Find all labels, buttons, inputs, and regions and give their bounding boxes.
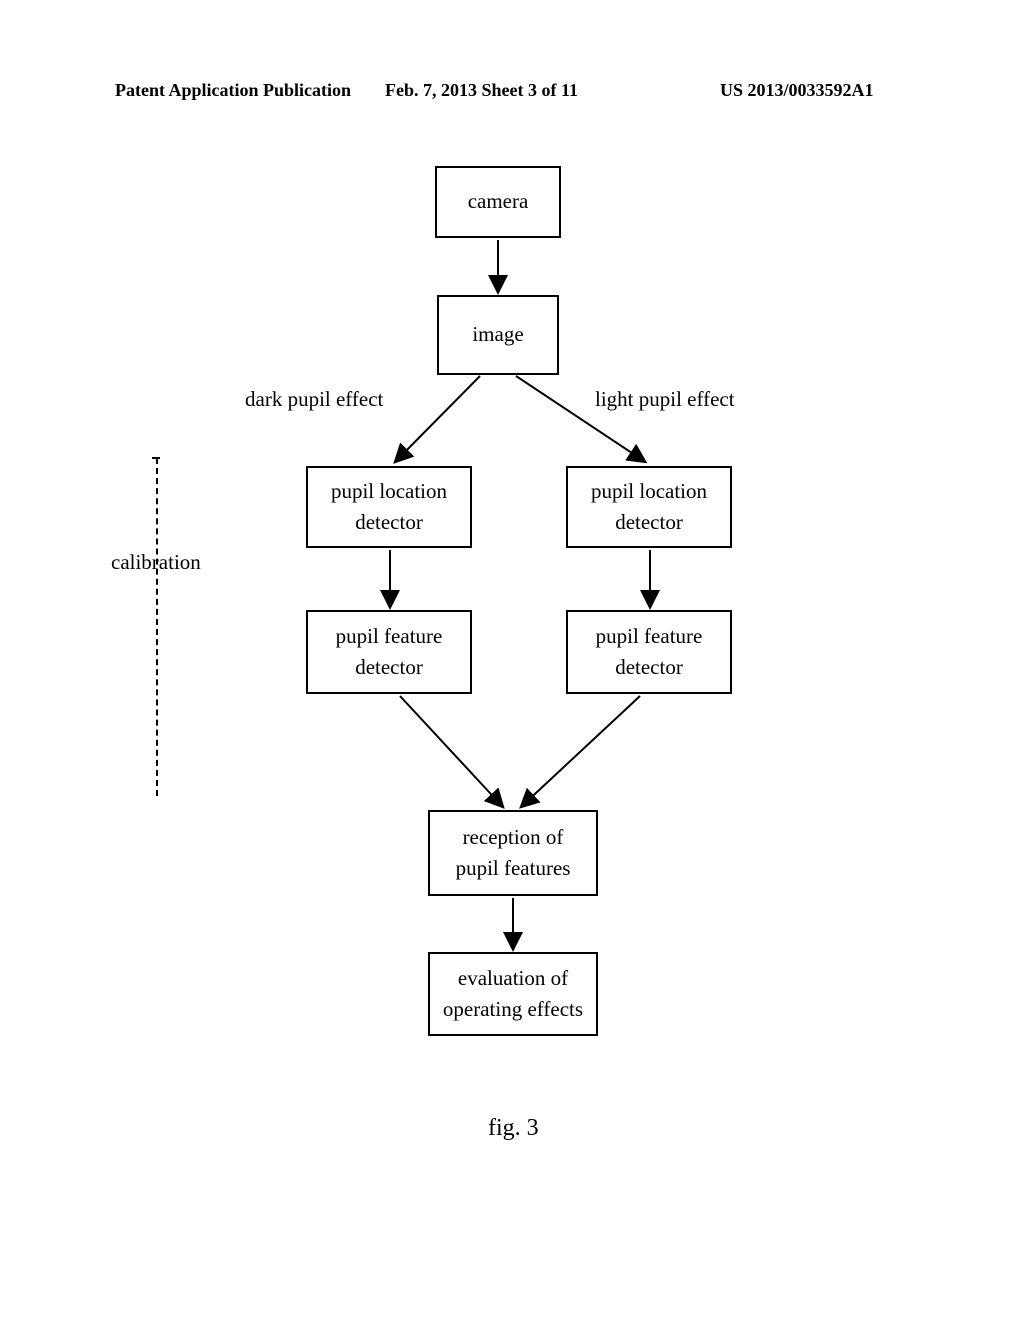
box-pupil-feature-right: pupil feature detector — [566, 610, 732, 694]
reception-line1: reception of — [463, 822, 564, 854]
feat-right-line2: detector — [615, 652, 683, 684]
box-camera: camera — [435, 166, 561, 238]
feat-right-line1: pupil feature — [596, 621, 703, 653]
feat-left-line2: detector — [355, 652, 423, 684]
loc-left-line2: detector — [355, 507, 423, 539]
box-camera-label: camera — [468, 186, 529, 218]
box-evaluation: evaluation of operating effects — [428, 952, 598, 1036]
box-pupil-feature-left: pupil feature detector — [306, 610, 472, 694]
box-reception: reception of pupil features — [428, 810, 598, 896]
loc-right-line2: detector — [615, 507, 683, 539]
flowchart-diagram: camera image dark pupil effect light pup… — [0, 140, 1024, 1190]
label-dark-pupil: dark pupil effect — [245, 387, 383, 412]
loc-left-line1: pupil location — [331, 476, 447, 508]
header-publication: Patent Application Publication — [115, 80, 351, 101]
label-light-pupil: light pupil effect — [595, 387, 735, 412]
feat-left-line1: pupil feature — [336, 621, 443, 653]
header-date-sheet: Feb. 7, 2013 Sheet 3 of 11 — [385, 80, 578, 101]
box-image: image — [437, 295, 559, 375]
calibration-bracket — [156, 458, 158, 796]
figure-number: fig. 3 — [488, 1115, 539, 1142]
box-pupil-location-left: pupil location detector — [306, 466, 472, 548]
header-patent-number: US 2013/0033592A1 — [720, 80, 874, 101]
box-image-label: image — [472, 319, 523, 351]
box-pupil-location-right: pupil location detector — [566, 466, 732, 548]
loc-right-line1: pupil location — [591, 476, 707, 508]
evaluation-line1: evaluation of — [458, 963, 568, 995]
reception-line2: pupil features — [456, 853, 571, 885]
evaluation-line2: operating effects — [443, 994, 583, 1026]
